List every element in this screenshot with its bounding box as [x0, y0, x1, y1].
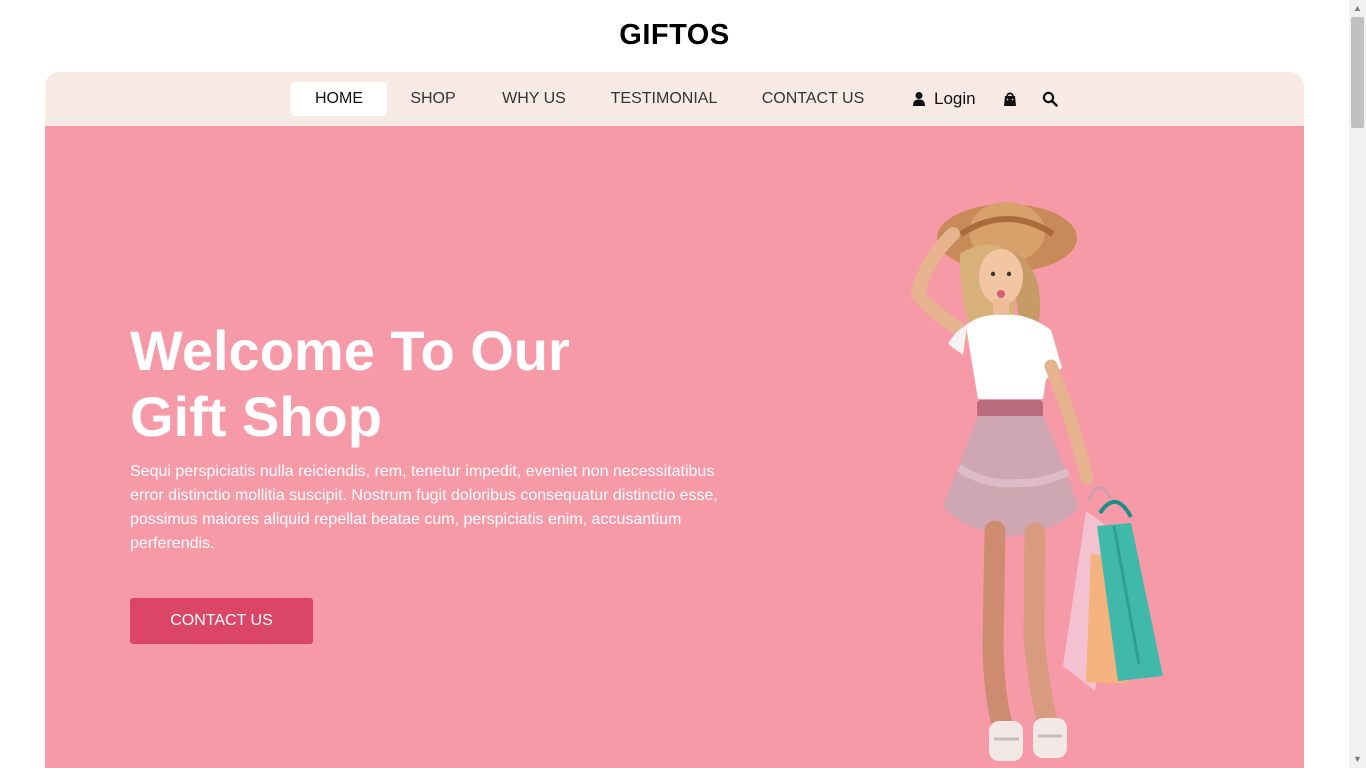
page: GIFTOS HOME SHOP WHY US TESTIMONIAL CONT… [0, 0, 1366, 768]
user-icon [912, 91, 926, 107]
hero-image [865, 186, 1175, 768]
brand-logo[interactable]: GIFTOS [0, 17, 1349, 53]
shopping-bag-icon [1002, 91, 1018, 107]
nav-why-us[interactable]: WHY US [493, 82, 575, 116]
hero-section: Welcome To Our Gift Shop Sequi perspicia… [45, 126, 1304, 768]
hero-description: Sequi perspiciatis nulla reiciendis, rem… [130, 463, 718, 552]
nav-contact-us[interactable]: CONTACT US [753, 82, 873, 116]
cart-button[interactable] [998, 87, 1022, 111]
hero-title-line-1: Welcome To Our [130, 319, 570, 382]
login-label: Login [934, 89, 976, 108]
hero-title: Welcome To Our Gift Shop [130, 318, 750, 450]
scroll-down-arrow[interactable]: ▼ [1349, 751, 1366, 768]
vertical-scrollbar[interactable]: ▲ ▼ [1349, 0, 1366, 768]
navbar: HOME SHOP WHY US TESTIMONIAL CONTACT US … [45, 72, 1304, 126]
search-button[interactable] [1038, 87, 1062, 111]
nav-shop[interactable]: SHOP [400, 82, 466, 116]
login-link[interactable]: Login [912, 82, 976, 116]
scroll-up-arrow[interactable]: ▲ [1349, 0, 1366, 17]
nav-home[interactable]: HOME [291, 82, 387, 116]
nav-testimonial[interactable]: TESTIMONIAL [606, 82, 722, 116]
hero-title-line-2: Gift Shop [130, 385, 382, 448]
scroll-thumb[interactable] [1351, 17, 1364, 128]
search-icon [1042, 91, 1058, 107]
hero-contact-button[interactable]: CONTACT US [130, 598, 313, 644]
